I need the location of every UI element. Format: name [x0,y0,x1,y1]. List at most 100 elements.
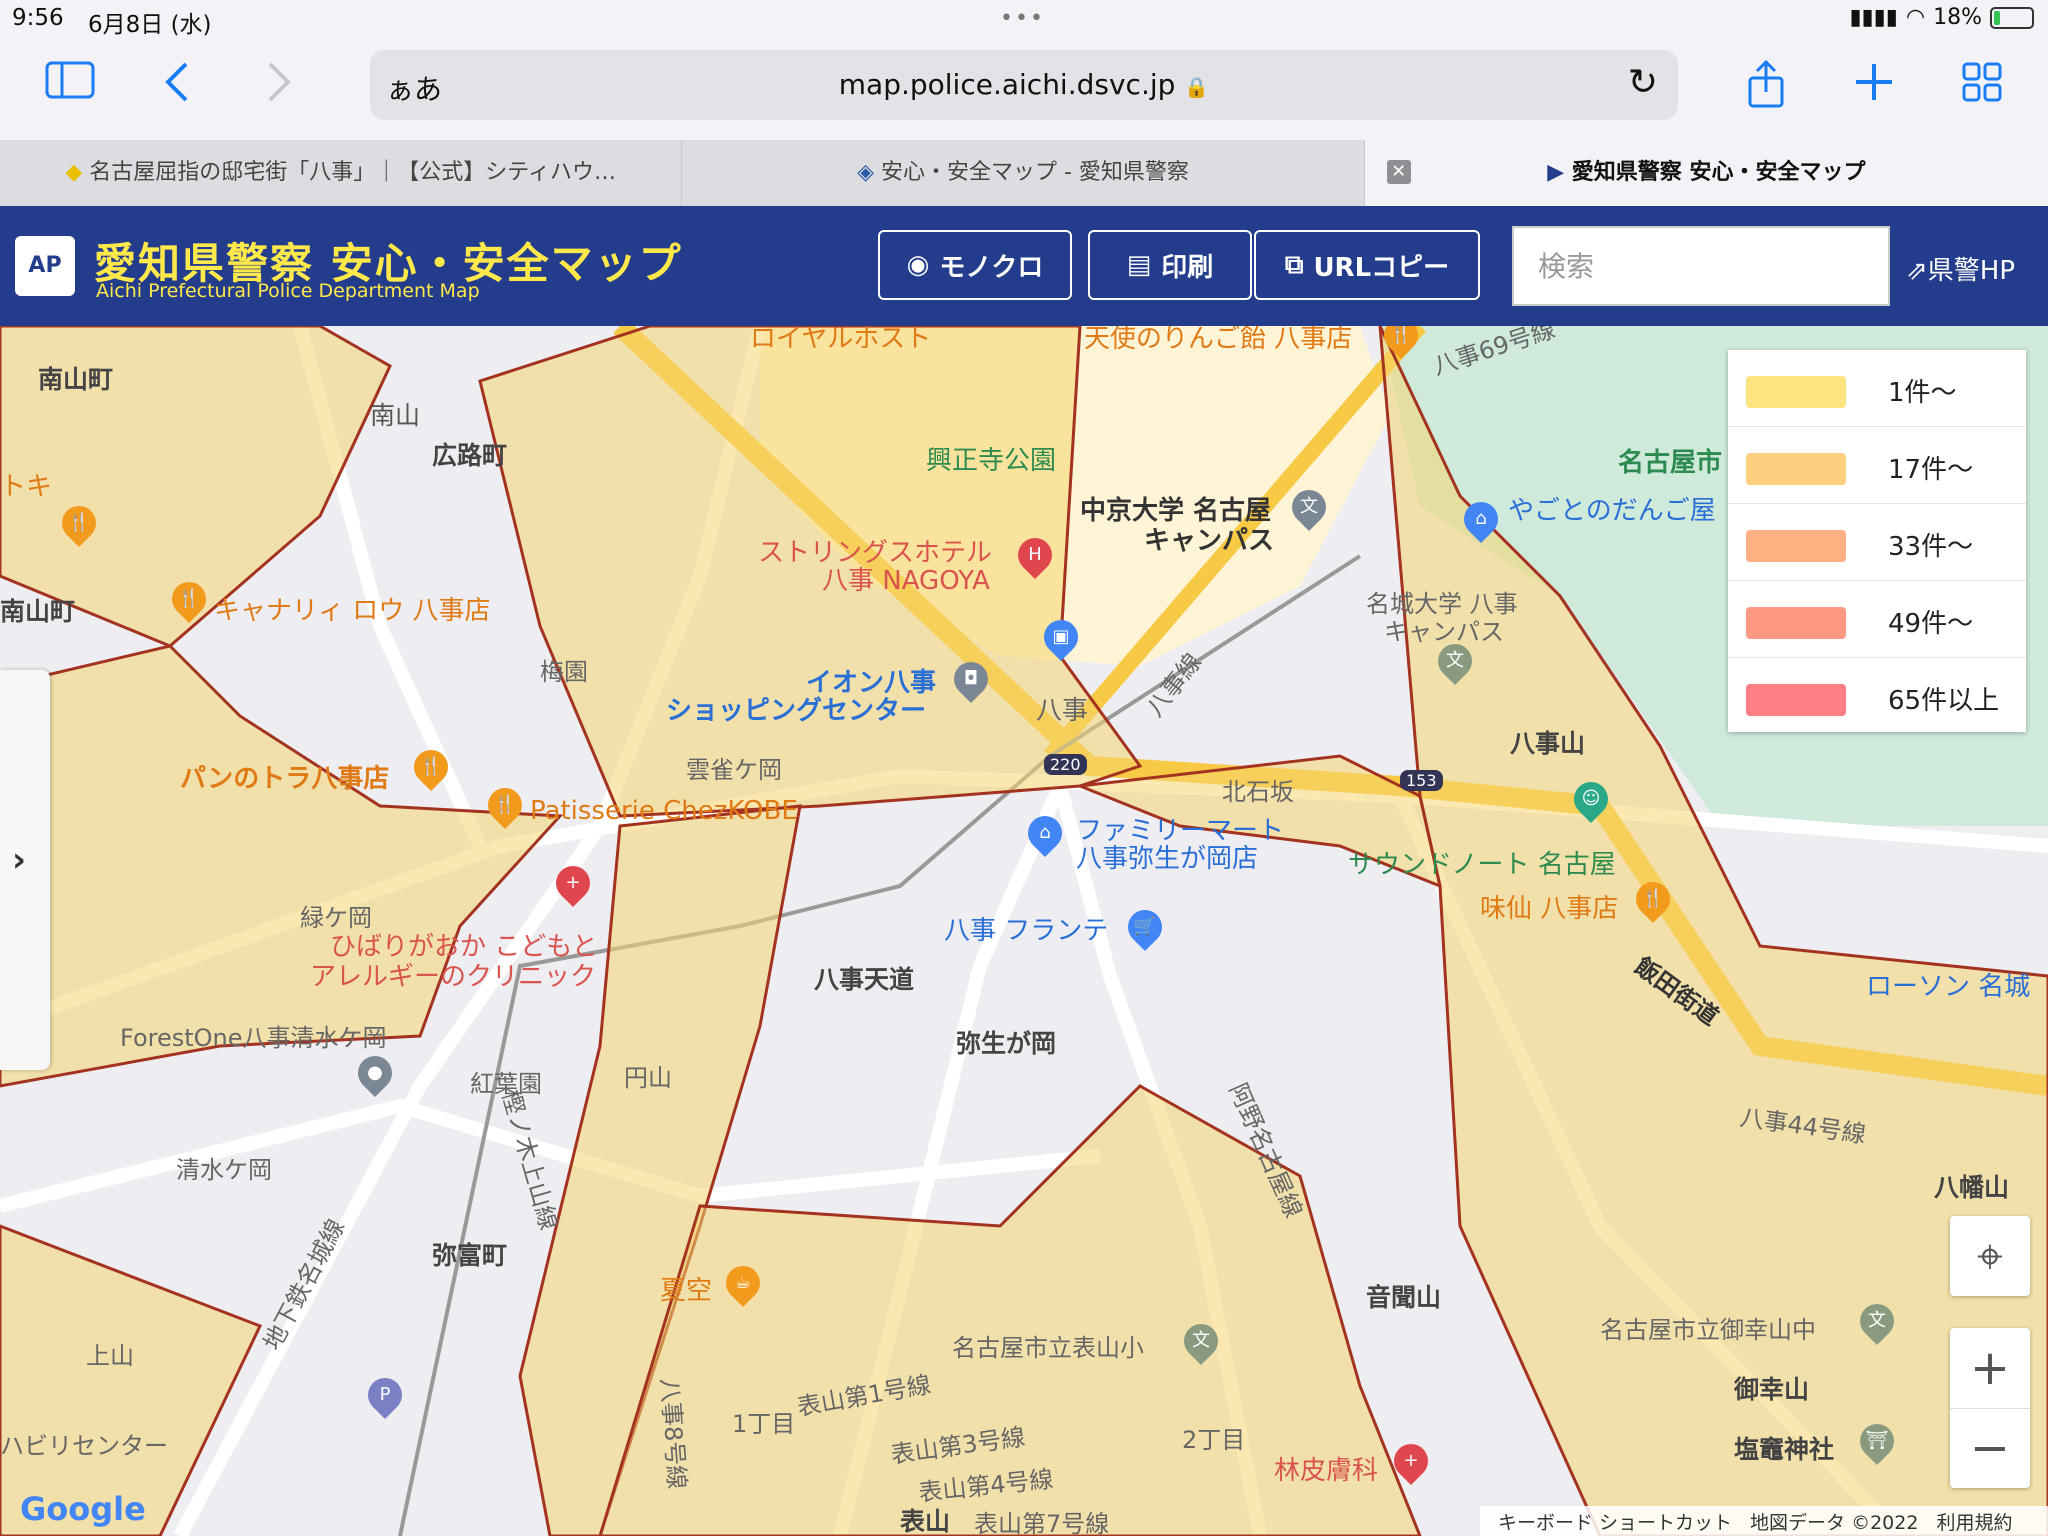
map-label-famima-2: 八事弥生が岡店 [1076,844,1259,874]
legend-label: 33件〜 [1888,532,1974,562]
map-label-nagoyashi: 名古屋市 [1618,448,1723,478]
map-label-minamiyama-cho: 南山町 [38,365,114,394]
monochrome-label: モノクロ [939,252,1044,283]
school-pin-icon[interactable]: 文 [1284,482,1334,532]
parking-pin-icon[interactable]: P [360,1370,410,1420]
supermarket-pin-icon[interactable]: 🛒 [1120,902,1170,952]
search-input[interactable] [1512,226,1890,306]
print-button[interactable]: ▤ 印刷 [1088,230,1252,300]
map-label-meijo-2: キャンパス [1384,618,1504,646]
address-bar[interactable]: ぁあ map.police.aichi.dsvc.jp 🔒 ↻ [370,50,1678,120]
map-label-natsuzora: 夏空 [660,1276,713,1306]
map-label-patisserie: Patisserie ChezKOBE [530,796,798,826]
map-label-canaria: キャナリィ ロウ 八事店 [214,596,491,626]
shop-pin-icon[interactable]: ⌂ [1456,494,1506,544]
bus-pin-icon[interactable]: ▣ [1036,612,1086,662]
tab-3-favicon: ▶ [1547,160,1565,185]
url-copy-button[interactable]: ⧉ URLコピー [1254,230,1480,300]
my-location-button[interactable]: ⌖ [1950,1216,2030,1296]
restaurant-pin-icon[interactable]: 🍴 [480,780,530,830]
tab-1[interactable]: ◆ 名古屋屈指の邸宅街「八事」｜【公式】シティハウ… [0,140,683,206]
multitasking-dots[interactable]: ••• [1000,6,1045,31]
map-label-toki: トキ [0,472,53,502]
map-label-yagoto-station: 八事 [1036,696,1089,726]
side-panel-toggle[interactable]: › [0,670,50,1070]
map-label-minamiyama-cho-2: 南山町 [0,597,76,626]
tab-3[interactable]: ✕ ▶ 愛知県警察 安心・安全マップ [1364,140,2048,206]
map-label-misakiyama: 御幸山 [1734,1375,1810,1404]
cafe-pin-icon[interactable]: ☕ [718,1258,768,1308]
map-label-janome: 雲雀ケ岡 [686,756,782,784]
battery-icon [1990,6,2034,29]
zoom-controls: + − [1950,1328,2030,1488]
legend-label: 65件以上 [1888,686,2000,716]
restaurant-pin-icon[interactable]: 🍴 [406,742,456,792]
keyboard-shortcuts-link[interactable]: キーボード ショートカット [1498,1508,1732,1535]
legend-swatch [1746,684,1846,716]
close-tab-icon[interactable]: ✕ [1386,160,1411,184]
printer-icon: ▤ [1126,250,1152,280]
clinic-pin-icon[interactable]: + [1386,1436,1436,1486]
legend-row: 1件〜 [1728,350,2026,427]
convenience-store-pin-icon[interactable]: ⌂ [1020,808,1070,858]
prefectural-police-link[interactable]: ⇗県警HP [1906,250,2015,287]
google-logo: Google [20,1490,146,1528]
tab-2[interactable]: ◈ 安心・安全マップ - 愛知県警察 [682,140,1365,206]
zoom-in-button[interactable]: + [1950,1328,2030,1409]
shrine-pin-icon[interactable]: ⛩ [1852,1416,1902,1466]
map-label-shimizugaoka: 清水ケ岡 [176,1156,272,1184]
forward-button[interactable] [248,60,308,110]
site-header: AP 愛知県警察 安心・安全マップ Aichi Prefectural Poli… [0,206,2048,326]
school-pin-icon[interactable]: 文 [1430,636,1480,686]
map-label-lawson: ローソン 名城 [1866,972,2031,1002]
restaurant-pin-icon[interactable]: 🍴 [54,498,104,548]
tab-2-label: 安心・安全マップ - 愛知県警察 [880,160,1189,185]
map-attribution: キーボード ショートカット 地図データ ©2022 利用規約 [1480,1506,2048,1536]
legend-row: 65件以上 [1728,658,2026,734]
shopping-pin-icon[interactable]: ◘ [946,654,996,704]
site-subtitle: Aichi Prefectural Police Department Map [96,280,480,302]
zoom-out-button[interactable]: − [1950,1409,2030,1488]
map-label-forestone: ForestOne八事清水ケ岡 [120,1024,387,1052]
map-label-yayoigaoka: 弥生が岡 [956,1029,1057,1058]
back-button[interactable] [148,60,208,110]
hotel-pin-icon[interactable]: H [1010,530,1060,580]
map-label-2chome: 2丁目 [1182,1426,1246,1454]
map-label-misen: 味仙 八事店 [1480,894,1619,924]
url-text: map.police.aichi.dsvc.jp 🔒 [370,68,1678,101]
map-label-omoteyama-school: 名古屋市立表山小 [952,1334,1144,1362]
restaurant-pin-icon[interactable]: 🍴 [1628,874,1678,924]
restaurant-pin-icon[interactable]: 🍴 [164,574,214,624]
legend-label: 17件〜 [1888,455,1974,485]
place-pin-icon[interactable]: ● [350,1048,400,1098]
reload-icon[interactable]: ↻ [1628,62,1658,103]
chevron-left-icon [165,62,188,102]
map-label-hirojicho: 広路町 [432,441,508,470]
map-label-hibari-2: アレルギーのクリニック [310,962,597,992]
map-label-kitaishizaka: 北石坂 [1222,778,1294,806]
legend-row: 49件〜 [1728,581,2026,658]
school-pin-icon[interactable]: 文 [1176,1316,1226,1366]
terms-link[interactable]: 利用規約 [1936,1508,2012,1535]
map-label-hayashi: 林皮膚科 [1274,1456,1379,1486]
url-value: map.police.aichi.dsvc.jp [838,68,1176,101]
legend-swatch [1746,530,1846,562]
sidebar-icon[interactable] [40,60,100,110]
map-label-yatomicho: 弥富町 [432,1241,508,1270]
theater-pin-icon[interactable]: ☺ [1566,774,1616,824]
map-label-aeon-2: ショッピングセンター [666,696,927,726]
map-label-flante: 八事 フランテ [944,916,1109,946]
map-label-tenshi: 天使のりんご飴 八事店 [1084,326,1353,354]
map-label-strings-2: 八事 NAGOYA [822,566,990,596]
hospital-pin-icon[interactable]: + [548,858,598,908]
school-pin-icon[interactable]: 文 [1852,1296,1902,1346]
status-date: 6月8日 (水) [88,12,212,38]
route-153-shield: 153 [1400,770,1443,791]
monochrome-button[interactable]: ◉ モノクロ [878,230,1072,300]
map-label-shiogama: 塩竈神社 [1734,1435,1835,1464]
plus-icon[interactable] [1844,60,1904,110]
share-icon[interactable] [1736,59,1796,110]
map-label-baien: 梅園 [540,658,588,686]
grid-icon[interactable] [1952,60,2012,110]
map-label-hachimanyama: 八幡山 [1934,1173,2010,1202]
